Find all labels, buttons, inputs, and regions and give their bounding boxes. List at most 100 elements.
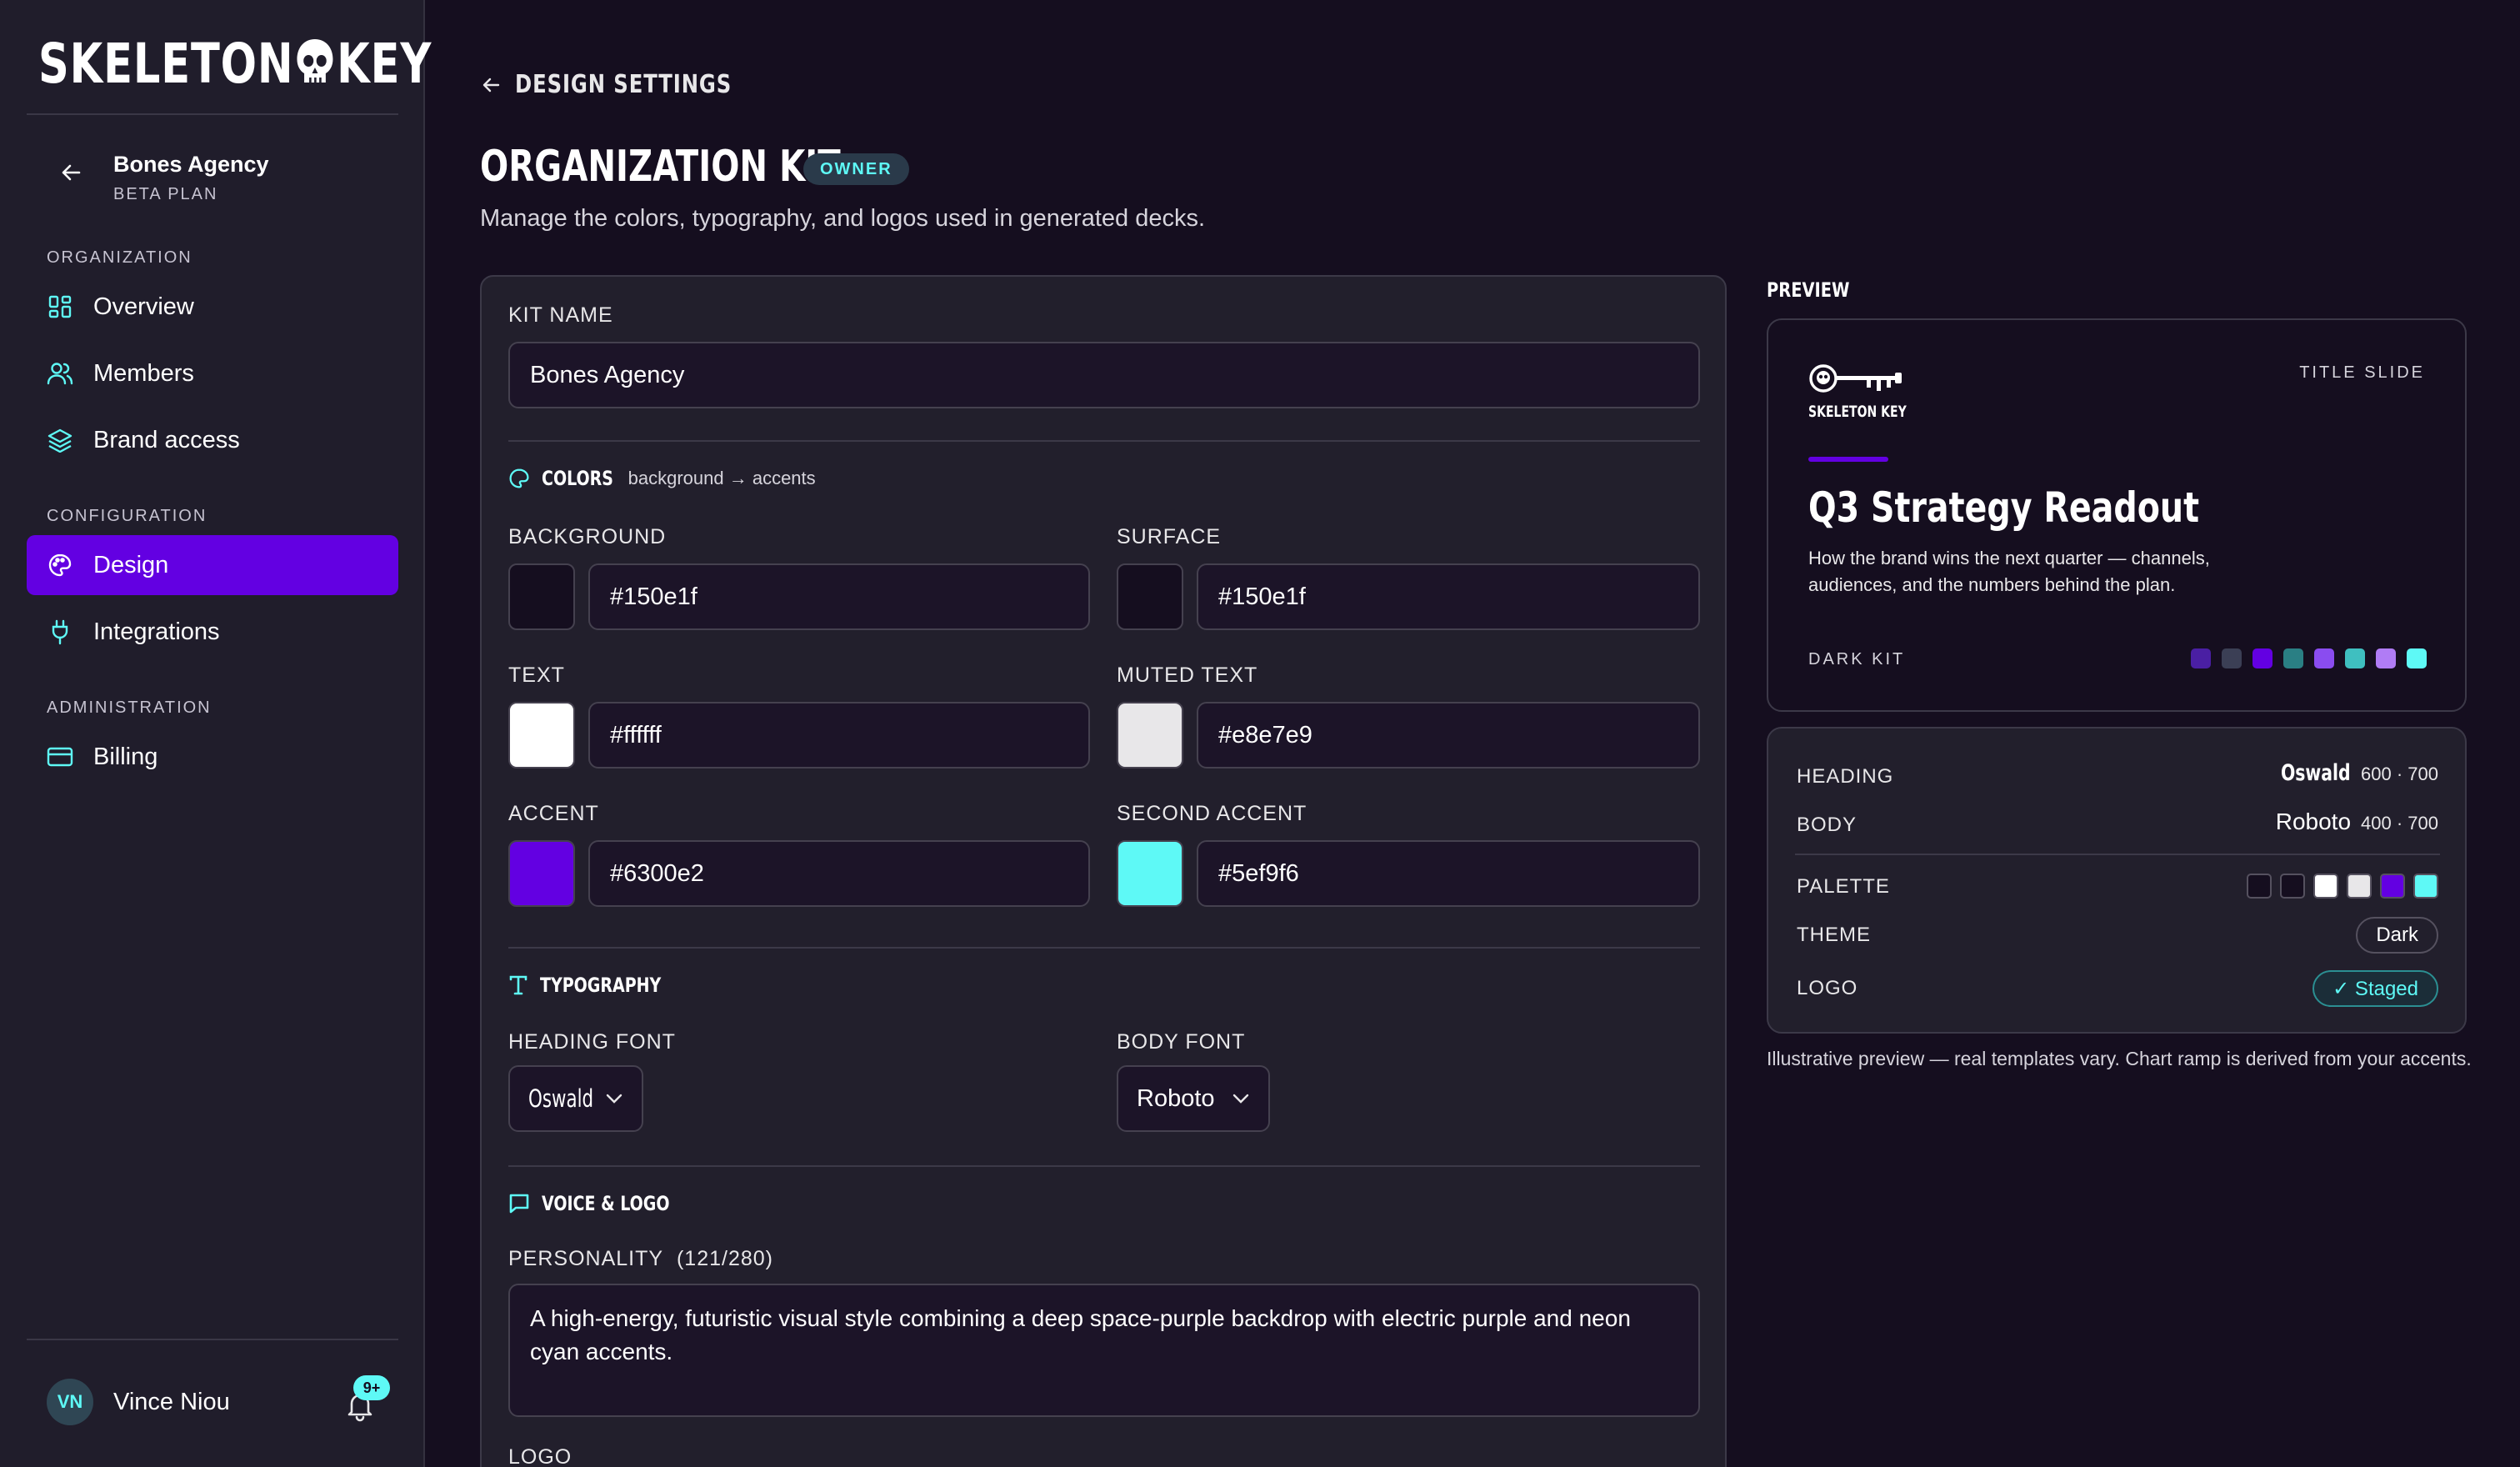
org-name: Bones Agency bbox=[113, 152, 269, 177]
voice-logo-heading: VOICE & LOGO bbox=[508, 1192, 687, 1215]
sidebar-item-label: Billing bbox=[93, 743, 158, 770]
personality-label: PERSONALITY (121/280) bbox=[508, 1247, 773, 1270]
kit-form: KIT NAME Bones Agency COLORS background … bbox=[480, 275, 1727, 1467]
arrow-left-icon bbox=[482, 78, 500, 92]
text-label: TEXT bbox=[508, 663, 565, 687]
skull-icon bbox=[297, 39, 333, 84]
palette-icon bbox=[509, 468, 529, 488]
ramp-swatch bbox=[2376, 648, 2396, 668]
spec-heading-label: HEADING bbox=[1797, 765, 1894, 788]
palette-swatch bbox=[2347, 874, 2372, 899]
sidebar: SKELETON KEY Bones Agency BETA PLAN ORGAN… bbox=[0, 0, 431, 1467]
second-accent-input[interactable]: #5ef9f6 bbox=[1197, 840, 1700, 907]
sidebar-item-integrations[interactable]: Integrations bbox=[27, 602, 398, 662]
chevron-down-icon bbox=[606, 1094, 622, 1104]
chevron-down-icon bbox=[1232, 1094, 1248, 1104]
slide-body: How the brand wins the next quarter — ch… bbox=[1808, 548, 2210, 595]
users-icon bbox=[47, 360, 73, 387]
org-switcher[interactable]: Bones Agency BETA PLAN bbox=[27, 142, 398, 208]
muted-text-swatch[interactable] bbox=[1117, 702, 1183, 769]
sidebar-item-billing[interactable]: Billing bbox=[27, 727, 398, 787]
palette-swatch bbox=[2247, 874, 2272, 899]
kit-name-input[interactable]: Bones Agency bbox=[508, 342, 1700, 408]
sidebar-item-label: Integrations bbox=[93, 618, 220, 645]
background-swatch[interactable] bbox=[508, 563, 575, 630]
spec-heading-font: Oswald bbox=[2281, 760, 2352, 786]
slide-preview: SKELETON KEY TITLE SLIDE Q3 Strategy Rea… bbox=[1767, 318, 2467, 712]
divider bbox=[1795, 854, 2440, 855]
spec-body-weights: 400 · 700 bbox=[2361, 813, 2438, 834]
muted-text-label: MUTED TEXT bbox=[1117, 663, 1258, 687]
kit-name-label: KIT NAME bbox=[508, 303, 613, 327]
preview-label: PREVIEW bbox=[1767, 278, 1850, 302]
sidebar-item-label: Design bbox=[93, 551, 169, 578]
heading-font-label: HEADING FONT bbox=[508, 1030, 676, 1054]
org-plan: BETA PLAN bbox=[113, 185, 218, 203]
slide-logo: SKELETON KEY bbox=[1808, 363, 1928, 421]
surface-swatch[interactable] bbox=[1117, 563, 1183, 630]
slide-logo-text: SKELETON KEY bbox=[1808, 403, 1907, 421]
text-swatch[interactable] bbox=[508, 702, 575, 769]
text-input[interactable]: #ffffff bbox=[588, 702, 1090, 769]
spec-palette bbox=[2247, 874, 2438, 899]
spec-logo-label: LOGO bbox=[1797, 977, 1858, 999]
slide-accent-bar bbox=[1808, 457, 1888, 462]
ramp-swatch bbox=[2283, 648, 2303, 668]
slide-title: Q3 Strategy Readout bbox=[1808, 483, 2200, 532]
spec-palette-label: PALETTE bbox=[1797, 875, 1890, 898]
accent-input[interactable]: #6300e2 bbox=[588, 840, 1090, 907]
logo-status-pill: ✓ Staged bbox=[2312, 970, 2438, 1007]
ramp-swatch bbox=[2407, 648, 2427, 668]
body-font-label: BODY FONT bbox=[1117, 1030, 1246, 1054]
spec-heading-weights: 600 · 700 bbox=[2361, 764, 2438, 784]
surface-input[interactable]: #150e1f bbox=[1197, 563, 1700, 630]
body-font-select[interactable]: Roboto bbox=[1117, 1065, 1270, 1132]
section-organization: ORGANIZATION bbox=[47, 248, 192, 267]
spec-theme-label: THEME bbox=[1797, 924, 1871, 946]
ramp-swatch bbox=[2345, 648, 2365, 668]
spec-body-value: Roboto 400 · 700 bbox=[2276, 809, 2438, 835]
role-badge: OWNER bbox=[803, 153, 909, 185]
palette-swatch bbox=[2380, 874, 2405, 899]
heading-font-value: Oswald bbox=[528, 1084, 594, 1113]
ramp-swatch bbox=[2191, 648, 2211, 668]
breadcrumb-label: DESIGN SETTINGS bbox=[515, 70, 732, 99]
second-accent-label: SECOND ACCENT bbox=[1117, 802, 1308, 825]
personality-count: (121/280) bbox=[676, 1247, 773, 1270]
accent-swatch[interactable] bbox=[508, 840, 575, 907]
palette-swatch bbox=[2280, 874, 2305, 899]
card-icon bbox=[47, 744, 73, 770]
sidebar-item-members[interactable]: Members bbox=[27, 343, 398, 403]
sidebar-item-label: Members bbox=[93, 359, 194, 387]
spec-heading-value: Oswald 600 · 700 bbox=[2268, 760, 2438, 786]
colors-hint: background → accents bbox=[628, 468, 816, 488]
type-icon bbox=[509, 975, 528, 995]
body-font-value: Roboto bbox=[1137, 1084, 1215, 1112]
muted-text-input[interactable]: #e8e7e9 bbox=[1197, 702, 1700, 769]
surface-label: SURFACE bbox=[1117, 525, 1222, 548]
chart-ramp bbox=[2191, 648, 2427, 668]
page-subtitle: Manage the colors, typography, and logos… bbox=[480, 205, 1206, 232]
app-logo[interactable]: SKELETON KEY bbox=[38, 32, 432, 96]
sidebar-item-brand-access[interactable]: Brand access bbox=[27, 410, 398, 470]
palette-swatch bbox=[2313, 874, 2338, 899]
message-icon bbox=[509, 1194, 529, 1214]
user-menu[interactable]: VN Vince Niou 9+ bbox=[27, 1375, 398, 1434]
spec-body-font: Roboto bbox=[2275, 809, 2352, 834]
personality-textarea[interactable]: A high-energy, futuristic visual style c… bbox=[508, 1284, 1700, 1417]
sidebar-item-design[interactable]: Design bbox=[27, 535, 398, 595]
sidebar-divider bbox=[27, 1339, 398, 1340]
colors-heading: COLORS background → accents bbox=[508, 467, 816, 490]
heading-font-select[interactable]: Oswald bbox=[508, 1065, 643, 1132]
layers-icon bbox=[47, 427, 73, 453]
background-input[interactable]: #150e1f bbox=[588, 563, 1090, 630]
breadcrumb[interactable]: DESIGN SETTINGS bbox=[480, 70, 756, 99]
second-accent-swatch[interactable] bbox=[1117, 840, 1183, 907]
sidebar-item-overview[interactable]: Overview bbox=[27, 277, 398, 337]
user-name: Vince Niou bbox=[113, 1389, 230, 1415]
avatar[interactable]: VN bbox=[47, 1379, 93, 1425]
ramp-swatch bbox=[2222, 648, 2242, 668]
arrow-left-icon[interactable] bbox=[58, 160, 83, 185]
ramp-swatch bbox=[2252, 648, 2272, 668]
kit-specs: HEADING Oswald 600 · 700 BODY Roboto 400… bbox=[1767, 727, 2467, 1034]
